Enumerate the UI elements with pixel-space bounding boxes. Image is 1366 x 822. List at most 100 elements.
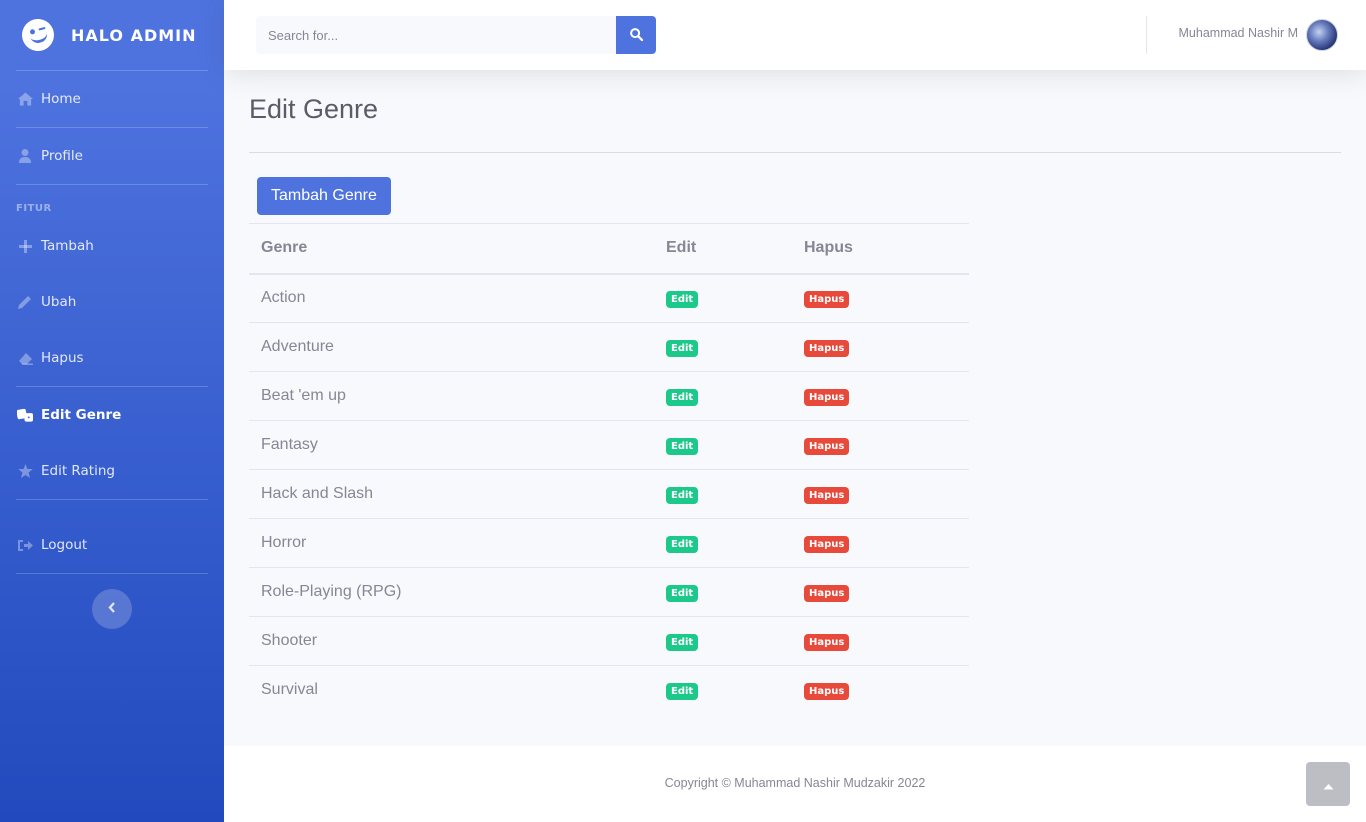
sidebar-heading: FITUR [16, 203, 52, 214]
genre-cell: Role-Playing (RPG) [249, 567, 654, 617]
column-header-edit: Edit [654, 223, 792, 275]
edit-cell: Edit [654, 616, 792, 666]
sidebar-item-label: Hapus [41, 350, 84, 366]
hapus-badge-button[interactable]: Hapus [804, 535, 850, 553]
home-icon [17, 91, 33, 107]
table-row: Survival Edit Hapus [249, 666, 969, 715]
sidebar-item-logout[interactable]: Logout [0, 517, 224, 573]
edit-cell: Edit [654, 469, 792, 519]
edit-badge-button[interactable]: Edit [666, 535, 699, 553]
edit-badge-button[interactable]: Edit [666, 486, 699, 504]
footer: Copyright © Muhammad Nashir Mudzakir 202… [224, 746, 1366, 822]
sidebar-item-home[interactable]: Home [0, 71, 224, 127]
column-header-genre: Genre [249, 223, 654, 275]
genre-cell: Action [249, 273, 654, 323]
search-button[interactable] [616, 16, 656, 54]
genre-cell: Survival [261, 681, 318, 699]
sidebar-divider [16, 499, 208, 500]
genre-cell: Adventure [249, 322, 654, 372]
hapus-badge-button[interactable]: Hapus [804, 388, 850, 406]
search-icon [629, 26, 643, 45]
table-row: Fantasy Edit Hapus [249, 420, 969, 470]
sidebar-item-tambah[interactable]: Tambah [0, 218, 224, 274]
scroll-to-top-button[interactable] [1306, 762, 1350, 806]
topbar: Muhammad Nashir M [224, 0, 1366, 70]
edit-cell: Edit [654, 567, 792, 617]
hapus-cell: Hapus [792, 371, 969, 421]
hapus-badge-button[interactable]: Hapus [804, 682, 850, 700]
table-row: Beat 'em up Edit Hapus [249, 371, 969, 421]
sidebar-item-label: Home [41, 91, 81, 107]
copyright-text: Copyright © Muhammad Nashir Mudzakir 202… [664, 776, 926, 790]
sidebar: HALO ADMIN Home Profile FITUR Tambah Uba… [0, 0, 224, 822]
table-body: Action Edit Hapus Adventure Edit Hapus Beat 'e… [249, 273, 969, 715]
page-title: Edit Genre [249, 94, 379, 124]
hapus-cell: Hapus [792, 469, 969, 519]
genre-cell: Shooter [249, 616, 654, 666]
add-genre-button[interactable]: Tambah Genre [257, 177, 391, 215]
edit-cell: Edit [654, 322, 792, 372]
hapus-badge-button[interactable]: Hapus [804, 437, 850, 455]
hapus-cell: Hapus [792, 666, 969, 715]
edit-badge-button[interactable]: Edit [666, 339, 699, 357]
topbar-divider [1146, 16, 1147, 54]
hapus-badge-button[interactable]: Hapus [804, 584, 850, 602]
edit-badge-button[interactable]: Edit [666, 437, 699, 455]
sidebar-item-label: Ubah [41, 294, 77, 310]
sidebar-item-edit-rating[interactable]: Edit Rating [0, 443, 224, 499]
hapus-cell: Hapus [792, 567, 969, 617]
hapus-cell: Hapus [792, 420, 969, 470]
hapus-badge-button[interactable]: Hapus [804, 339, 850, 357]
edit-badge-button[interactable]: Edit [666, 584, 699, 602]
hapus-cell: Hapus [792, 518, 969, 568]
edit-badge-button[interactable]: Edit [666, 290, 699, 308]
plus-icon [17, 238, 33, 254]
edit-badge-button[interactable]: Edit [666, 633, 699, 651]
table-row: Shooter Edit Hapus [249, 616, 969, 666]
search-form [256, 16, 656, 54]
sidebar-item-ubah[interactable]: Ubah [0, 274, 224, 330]
edit-cell: Edit [654, 273, 792, 323]
genre-table: Genre Edit Hapus Action Edit Hapus Adventur… [249, 223, 969, 715]
hapus-badge-button[interactable]: Hapus [804, 486, 850, 504]
sidebar-item-label: Logout [41, 537, 88, 553]
edit-cell: Edit [654, 666, 792, 715]
brand[interactable]: HALO ADMIN [0, 0, 224, 70]
hapus-cell: Hapus [792, 322, 969, 372]
sidebar-item-label: Edit Genre [41, 407, 122, 423]
eraser-icon [17, 350, 33, 366]
sidebar-item-label: Tambah [41, 238, 94, 254]
dice-icon [17, 407, 33, 423]
edit-badge-button[interactable]: Edit [666, 682, 699, 700]
hapus-cell: Hapus [792, 273, 969, 323]
smile-wink-icon [18, 15, 58, 55]
edit-cell: Edit [654, 371, 792, 421]
table-row: Action Edit Hapus [249, 273, 969, 323]
sign-out-icon [17, 537, 33, 553]
edit-cell: Edit [654, 518, 792, 568]
sidebar-item-label: Profile [41, 148, 83, 164]
edit-badge-button[interactable]: Edit [666, 388, 699, 406]
sidebar-item-edit-genre[interactable]: Edit Genre [0, 387, 224, 443]
sidebar-toggle-button[interactable] [92, 589, 132, 629]
table-row: Hack and Slash Edit Hapus [249, 469, 969, 519]
sidebar-item-label: Edit Rating [41, 463, 115, 479]
table-header-row: Genre Edit Hapus [249, 223, 969, 275]
table-row: Role-Playing (RPG) Edit Hapus [249, 567, 969, 617]
table-row: Horror Edit Hapus [249, 518, 969, 568]
brand-name: HALO ADMIN [71, 25, 197, 45]
search-input[interactable] [256, 16, 616, 54]
sidebar-item-profile[interactable]: Profile [0, 128, 224, 184]
genre-cell: Hack and Slash [249, 469, 654, 519]
hapus-badge-button[interactable]: Hapus [804, 290, 850, 308]
star-icon [17, 463, 33, 479]
edit-cell: Edit [654, 420, 792, 470]
table-row: Adventure Edit Hapus [249, 322, 969, 372]
genre-cell: Horror [249, 518, 654, 568]
hapus-cell: Hapus [792, 616, 969, 666]
user-icon [17, 148, 33, 164]
hapus-badge-button[interactable]: Hapus [804, 633, 850, 651]
user-name[interactable]: Muhammad Nashir M [1179, 26, 1298, 40]
avatar[interactable] [1306, 19, 1338, 51]
sidebar-item-hapus[interactable]: Hapus [0, 330, 224, 386]
